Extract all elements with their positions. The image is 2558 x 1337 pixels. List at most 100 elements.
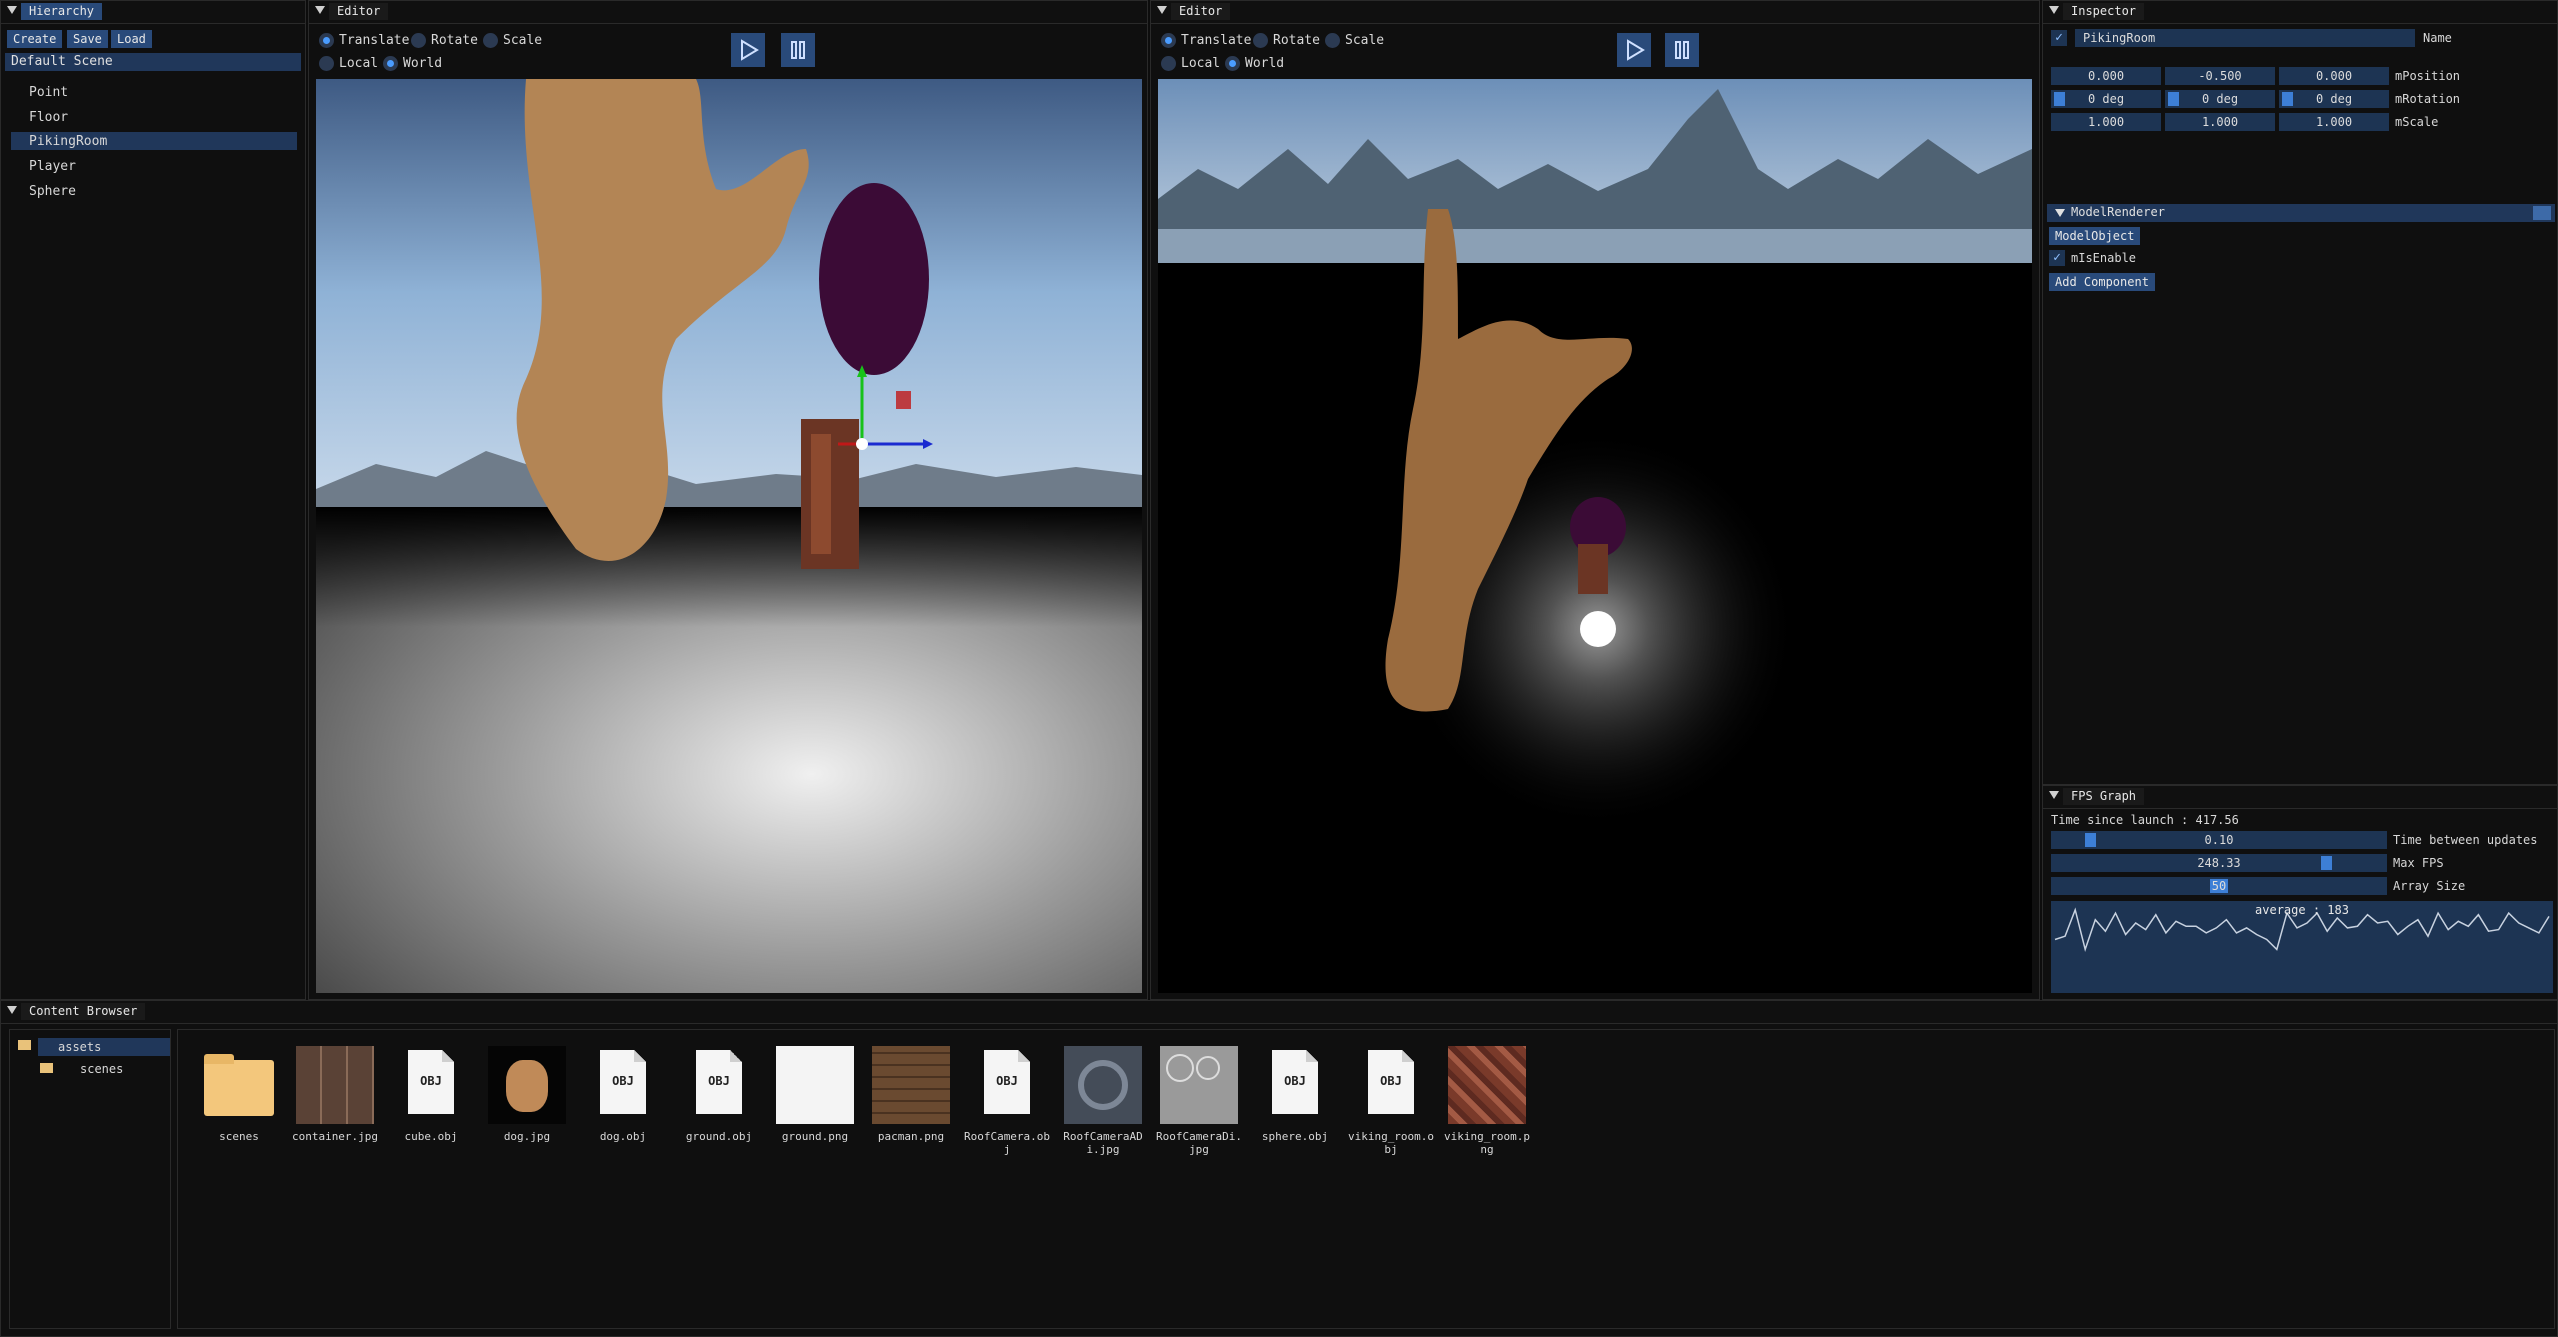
play-button[interactable] xyxy=(731,33,765,67)
rotation-label: mRotation xyxy=(2395,92,2461,106)
tree-root-label[interactable]: assets xyxy=(58,1040,101,1054)
collapse-arrow-icon[interactable] xyxy=(1157,6,1167,14)
model-object-button[interactable]: ModelObject xyxy=(2049,227,2141,245)
file-item[interactable]: scenes xyxy=(194,1046,284,1143)
obj-file-icon: OBJ xyxy=(1352,1046,1430,1124)
time-between-updates-slider[interactable]: 0.10 xyxy=(2051,831,2387,849)
save-button[interactable]: Save xyxy=(67,30,108,48)
scale-label: mScale xyxy=(2395,115,2439,129)
scale-z-input[interactable]: 1.000 xyxy=(2279,113,2389,131)
tree-child-label[interactable]: scenes xyxy=(80,1062,123,1076)
file-item[interactable]: ground.png xyxy=(770,1046,860,1143)
collapse-arrow-icon[interactable] xyxy=(315,6,325,14)
hierarchy-item-sphere[interactable]: Sphere xyxy=(29,184,76,199)
hierarchy-tab[interactable]: Hierarchy xyxy=(21,3,103,20)
enable-label: mIsEnable xyxy=(2071,251,2137,265)
position-z-input[interactable]: 0.000 xyxy=(2279,67,2389,85)
scale-x-input[interactable]: 1.000 xyxy=(2051,113,2161,131)
file-item[interactable]: pacman.png xyxy=(866,1046,956,1143)
scale-radio[interactable] xyxy=(1325,33,1340,48)
file-item[interactable]: OBJ RoofCamera.obj xyxy=(962,1046,1052,1156)
collapse-arrow-icon[interactable] xyxy=(2049,6,2059,14)
translate-radio[interactable] xyxy=(319,33,334,48)
add-component-button[interactable]: Add Component xyxy=(2049,273,2155,291)
max-fps-value: 248.33 xyxy=(2197,856,2241,870)
editor-left-titlebar: Editor xyxy=(309,1,1147,24)
rotation-y-value: 0 deg xyxy=(2201,92,2239,106)
slider-grab[interactable] xyxy=(2085,833,2096,847)
scene-viewport-right[interactable] xyxy=(1158,79,2032,993)
editor-right-tab[interactable]: Editor xyxy=(1171,3,1231,20)
load-button[interactable]: Load xyxy=(111,30,152,48)
hierarchy-item-player[interactable]: Player xyxy=(29,159,76,174)
scene-render-right xyxy=(1158,79,2032,829)
scale-y-input[interactable]: 1.000 xyxy=(2165,113,2275,131)
inspector-titlebar: Inspector xyxy=(2043,1,2557,24)
inspector-tab[interactable]: Inspector xyxy=(2063,3,2145,20)
content-browser-tab[interactable]: Content Browser xyxy=(21,1003,146,1020)
scene-viewport-left[interactable] xyxy=(316,79,1142,993)
slider-grab[interactable] xyxy=(2282,92,2293,106)
world-label: World xyxy=(403,56,443,71)
fps-plot[interactable]: average : 183 xyxy=(2051,901,2553,993)
file-name: dog.obj xyxy=(599,1130,647,1143)
fps-graph-tab[interactable]: FPS Graph xyxy=(2063,788,2145,805)
file-item[interactable]: OBJ dog.obj xyxy=(578,1046,668,1143)
obj-file-icon: OBJ xyxy=(392,1046,470,1124)
create-button[interactable]: Create xyxy=(7,30,63,48)
collapse-arrow-icon[interactable] xyxy=(7,6,17,14)
max-fps-slider[interactable]: 248.33 xyxy=(2051,854,2387,872)
file-item[interactable]: OBJ viking_room.obj xyxy=(1346,1046,1436,1156)
file-item[interactable]: container.jpg xyxy=(290,1046,380,1143)
array-size-input[interactable]: 50 xyxy=(2051,877,2387,895)
collapse-arrow-icon[interactable] xyxy=(2055,209,2065,217)
ground-texture-icon xyxy=(776,1046,854,1124)
local-radio[interactable] xyxy=(319,56,334,71)
file-item[interactable]: viking_room.png xyxy=(1442,1046,1532,1156)
position-x-input[interactable]: 0.000 xyxy=(2051,67,2161,85)
scale-label: Scale xyxy=(1345,33,1385,48)
slider-grab[interactable] xyxy=(2168,92,2179,106)
hierarchy-item-floor[interactable]: Floor xyxy=(29,110,68,125)
rotation-y-slider[interactable]: 0 deg xyxy=(2165,90,2275,108)
hierarchy-item-pikingroom[interactable]: PikingRoom xyxy=(29,134,107,149)
translate-label: Translate xyxy=(339,33,410,48)
enable-checkbox[interactable]: ✓ xyxy=(2049,250,2065,266)
slider-grab[interactable] xyxy=(2054,92,2065,106)
file-item[interactable]: OBJ cube.obj xyxy=(386,1046,476,1143)
file-name: sphere.obj xyxy=(1261,1130,1329,1143)
world-radio[interactable] xyxy=(1225,56,1240,71)
component-menu-button[interactable] xyxy=(2533,206,2551,220)
pause-icon xyxy=(791,41,805,59)
obj-file-icon: OBJ xyxy=(968,1046,1046,1124)
world-radio[interactable] xyxy=(383,56,398,71)
rotate-radio[interactable] xyxy=(1253,33,1268,48)
hierarchy-item-point[interactable]: Point xyxy=(29,85,68,100)
rotation-z-slider[interactable]: 0 deg xyxy=(2279,90,2389,108)
file-item[interactable]: dog.jpg xyxy=(482,1046,572,1143)
component-header[interactable]: ModelRenderer xyxy=(2047,204,2555,222)
obj-file-icon: OBJ xyxy=(680,1046,758,1124)
pause-button[interactable] xyxy=(1665,33,1699,67)
position-y-input[interactable]: -0.500 xyxy=(2165,67,2275,85)
local-radio[interactable] xyxy=(1161,56,1176,71)
collapse-arrow-icon[interactable] xyxy=(2049,791,2059,799)
scene-header[interactable]: Default Scene xyxy=(5,53,301,71)
translate-radio[interactable] xyxy=(1161,33,1176,48)
active-checkbox[interactable]: ✓ xyxy=(2051,30,2067,46)
file-name: cube.obj xyxy=(404,1130,458,1143)
slider-grab[interactable] xyxy=(2321,856,2332,870)
rotate-radio[interactable] xyxy=(411,33,426,48)
editor-left-tab[interactable]: Editor xyxy=(329,3,389,20)
scale-radio[interactable] xyxy=(483,33,498,48)
time-since-launch: Time since launch : 417.56 xyxy=(2051,813,2239,827)
file-item[interactable]: OBJ sphere.obj xyxy=(1250,1046,1340,1143)
file-item[interactable]: OBJ ground.obj xyxy=(674,1046,764,1143)
name-input[interactable]: PikingRoom xyxy=(2075,29,2415,47)
file-item[interactable]: RoofCameraDi.jpg xyxy=(1154,1046,1244,1156)
play-button[interactable] xyxy=(1617,33,1651,67)
rotation-x-slider[interactable]: 0 deg xyxy=(2051,90,2161,108)
pause-button[interactable] xyxy=(781,33,815,67)
file-item[interactable]: RoofCameraADi.jpg xyxy=(1058,1046,1148,1156)
collapse-arrow-icon[interactable] xyxy=(7,1006,17,1014)
